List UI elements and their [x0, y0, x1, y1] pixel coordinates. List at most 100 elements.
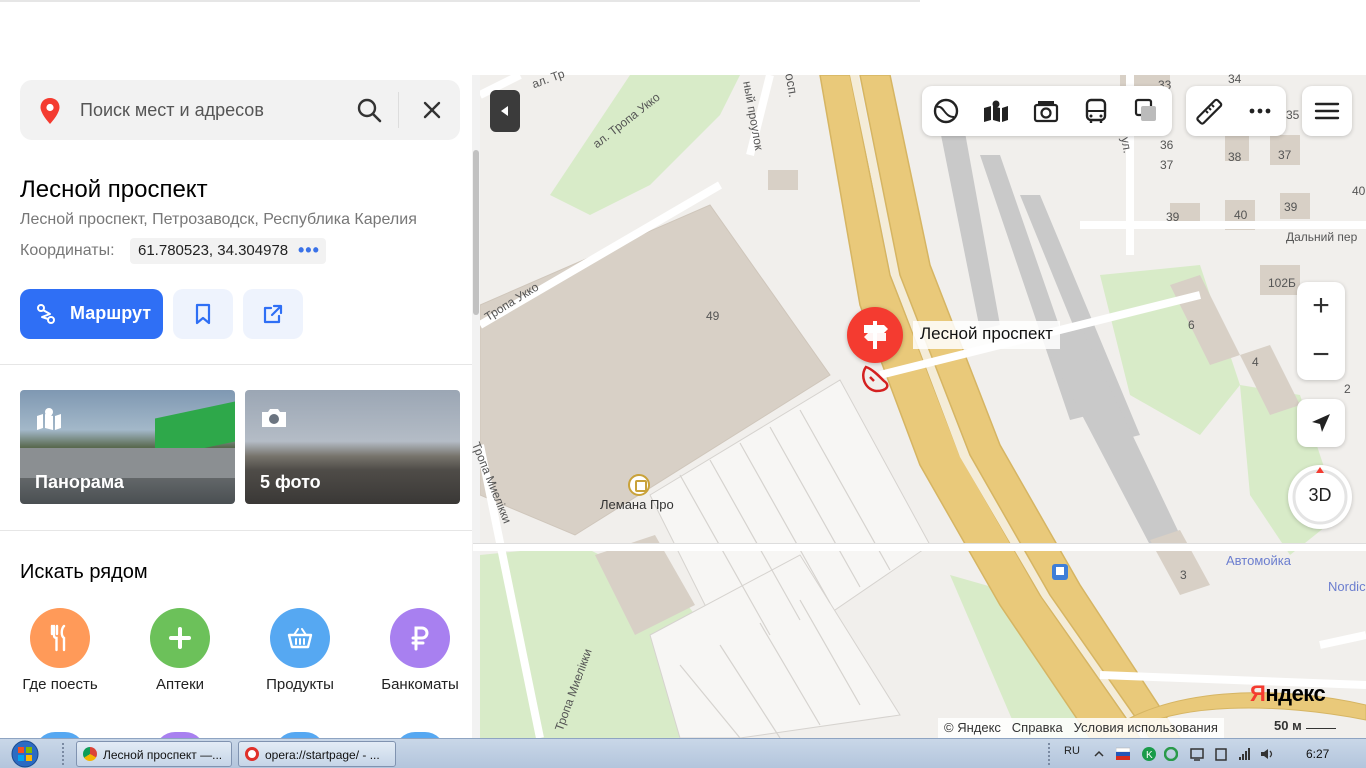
poi-label[interactable]: Nordic	[1328, 579, 1366, 594]
fork-knife-icon	[50, 624, 66, 652]
category-pharmacy[interactable]: Аптеки	[120, 608, 240, 693]
building-number: 36	[1160, 138, 1174, 152]
street-label: ул.	[1118, 136, 1135, 155]
help-link[interactable]: Справка	[1012, 720, 1063, 735]
volume-icon[interactable]	[1260, 747, 1274, 761]
category-pharmacy-label: Аптеки	[155, 676, 205, 693]
zoom-in-button[interactable]: +	[1297, 282, 1345, 331]
navigation-arrow-icon	[1312, 414, 1330, 432]
coords-value: 61.780523, 34.304978	[138, 242, 289, 259]
category-pharmacy-circle	[150, 608, 210, 668]
poi-label[interactable]: Автомойка	[1226, 553, 1291, 568]
tray-expand-icon[interactable]	[1094, 749, 1104, 759]
category-atm-circle	[390, 608, 450, 668]
coords-box[interactable]: 61.780523, 34.304978 •••	[130, 238, 326, 264]
marker-label[interactable]: Лесной проспект	[913, 321, 1060, 349]
building-number: 2	[1344, 382, 1351, 396]
bookmark-icon	[195, 303, 211, 325]
category-groceries[interactable]: Продукты	[240, 608, 360, 693]
basket-icon	[287, 628, 313, 649]
bookmark-button[interactable]	[173, 289, 233, 339]
search-input[interactable]	[80, 94, 350, 126]
place-marker[interactable]	[847, 307, 903, 363]
signpost-icon	[864, 321, 888, 349]
map-base	[480, 75, 1366, 738]
route-icon	[37, 304, 55, 324]
street-label: Дальний пер	[1286, 230, 1358, 244]
update-icon[interactable]	[1164, 747, 1178, 761]
bus-icon[interactable]	[1082, 97, 1110, 125]
building-number: 40	[1234, 208, 1248, 222]
route-label: Маршрут	[70, 303, 152, 323]
language-indicator[interactable]: RU	[1064, 745, 1080, 757]
photos-card[interactable]: 5 фото	[245, 390, 460, 504]
top-strip	[0, 0, 1366, 75]
menu-button[interactable]	[1302, 86, 1352, 136]
3d-button[interactable]: 3D	[1288, 465, 1352, 529]
category-groceries-label: Продукты	[266, 676, 334, 693]
map-canvas[interactable]	[480, 75, 1366, 738]
clock[interactable]: 6:27	[1306, 747, 1329, 761]
section-divider	[0, 364, 472, 365]
camera-icon	[262, 409, 286, 427]
building-number: 35	[1286, 108, 1300, 122]
panel-scrollbar-thumb[interactable]	[473, 150, 479, 315]
bus-stop-icon[interactable]	[1052, 564, 1068, 580]
category-food[interactable]: Где поесть	[0, 608, 120, 693]
render-seam-line	[473, 543, 1366, 544]
taskbar-item-opera[interactable]: opera://startpage/ - ...	[238, 741, 396, 767]
category-atm[interactable]: Банкоматы	[360, 608, 480, 693]
zoom-out-button[interactable]: −	[1297, 331, 1345, 380]
signal-icon[interactable]	[1238, 747, 1252, 761]
search-separator	[398, 92, 399, 128]
taskbar-item-label: opera://startpage/ - ...	[265, 748, 380, 762]
clipboard-icon[interactable]	[1214, 747, 1228, 761]
drawn-scribble	[862, 365, 889, 393]
display-icon[interactable]	[1190, 747, 1204, 761]
tray-grip	[1048, 743, 1052, 765]
place-title: Лесной проспект	[20, 176, 208, 203]
russian-flag-icon[interactable]	[1116, 747, 1130, 761]
building-number: 102Б	[1268, 276, 1296, 290]
more-icon[interactable]	[1246, 97, 1274, 125]
share-button[interactable]	[243, 289, 303, 339]
poi-label[interactable]: Лемана Про	[600, 497, 674, 512]
close-icon[interactable]	[418, 96, 446, 124]
store-icon[interactable]	[628, 474, 650, 496]
building-number: 4	[1252, 355, 1259, 369]
building-number: 6	[1188, 318, 1195, 332]
coords-more-button[interactable]: •••	[298, 240, 320, 261]
building-number: 37	[1278, 148, 1292, 162]
taskbar-item-chrome[interactable]: Лесной проспект —...	[76, 741, 232, 767]
terms-link[interactable]: Условия использования	[1074, 720, 1218, 735]
collapse-panel-button[interactable]	[490, 90, 520, 132]
building-number: 34	[1228, 72, 1242, 86]
building-number: 3	[1180, 568, 1187, 582]
panorama-icon	[37, 408, 61, 430]
building-number: 49	[706, 309, 720, 323]
locate-button[interactable]	[1297, 399, 1345, 447]
chrome-icon	[83, 747, 97, 761]
building-number: 38	[1228, 150, 1242, 164]
place-address: Лесной проспект, Петрозаводск, Республик…	[20, 211, 417, 228]
camera-icon[interactable]	[1032, 97, 1060, 125]
render-seam	[473, 543, 1366, 551]
building-number: 40	[1352, 184, 1366, 198]
map-tools-toolbar	[1186, 86, 1286, 136]
zoom-control: + −	[1297, 282, 1345, 380]
yandex-logo: Яндекс	[1250, 681, 1326, 706]
ruble-icon	[411, 626, 429, 651]
layers-icon[interactable]	[932, 97, 960, 125]
search-icon[interactable]	[355, 96, 383, 124]
ruler-icon[interactable]	[1196, 97, 1224, 125]
share-icon	[263, 304, 283, 324]
kaspersky-icon[interactable]: K	[1142, 747, 1156, 761]
panorama-label: Панорама	[35, 472, 124, 492]
start-button[interactable]	[4, 739, 46, 768]
copyright-link[interactable]: © Яндекс	[944, 720, 1001, 735]
route-button[interactable]: Маршрут	[20, 289, 163, 339]
panorama-card[interactable]: Панорама	[20, 390, 235, 504]
panorama-icon[interactable]	[982, 97, 1010, 125]
traffic-overlay-icon[interactable]	[1132, 97, 1160, 125]
search-box	[20, 80, 460, 140]
